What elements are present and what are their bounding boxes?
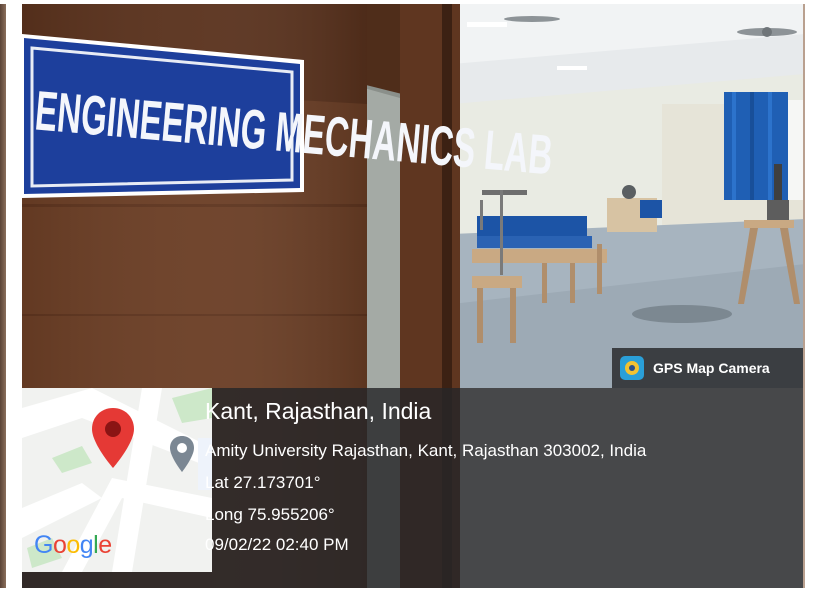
- map-thumbnail: Google: [22, 388, 212, 572]
- latitude-text: Lat 27.173701°: [205, 473, 321, 492]
- photo-frame: ENGINEERING MECHANICS LAB GPS Map Camera: [22, 4, 805, 588]
- gps-map-camera-icon: [620, 356, 644, 380]
- place-marker-icon: [170, 436, 194, 472]
- gps-map-camera-badge: GPS Map Camera: [612, 348, 803, 388]
- badge-label: GPS Map Camera: [653, 360, 770, 376]
- longitude-text: Long 75.955206°: [205, 505, 335, 524]
- datetime-text: 09/02/22 02:40 PM: [205, 535, 349, 554]
- map-pin-icon: [92, 408, 134, 468]
- location-title: Kant, Rajasthan, India: [205, 398, 432, 424]
- location-address: Amity University Rajasthan, Kant, Rajast…: [205, 441, 647, 460]
- google-logo: Google: [34, 531, 112, 559]
- photo-left-edge: [0, 4, 6, 588]
